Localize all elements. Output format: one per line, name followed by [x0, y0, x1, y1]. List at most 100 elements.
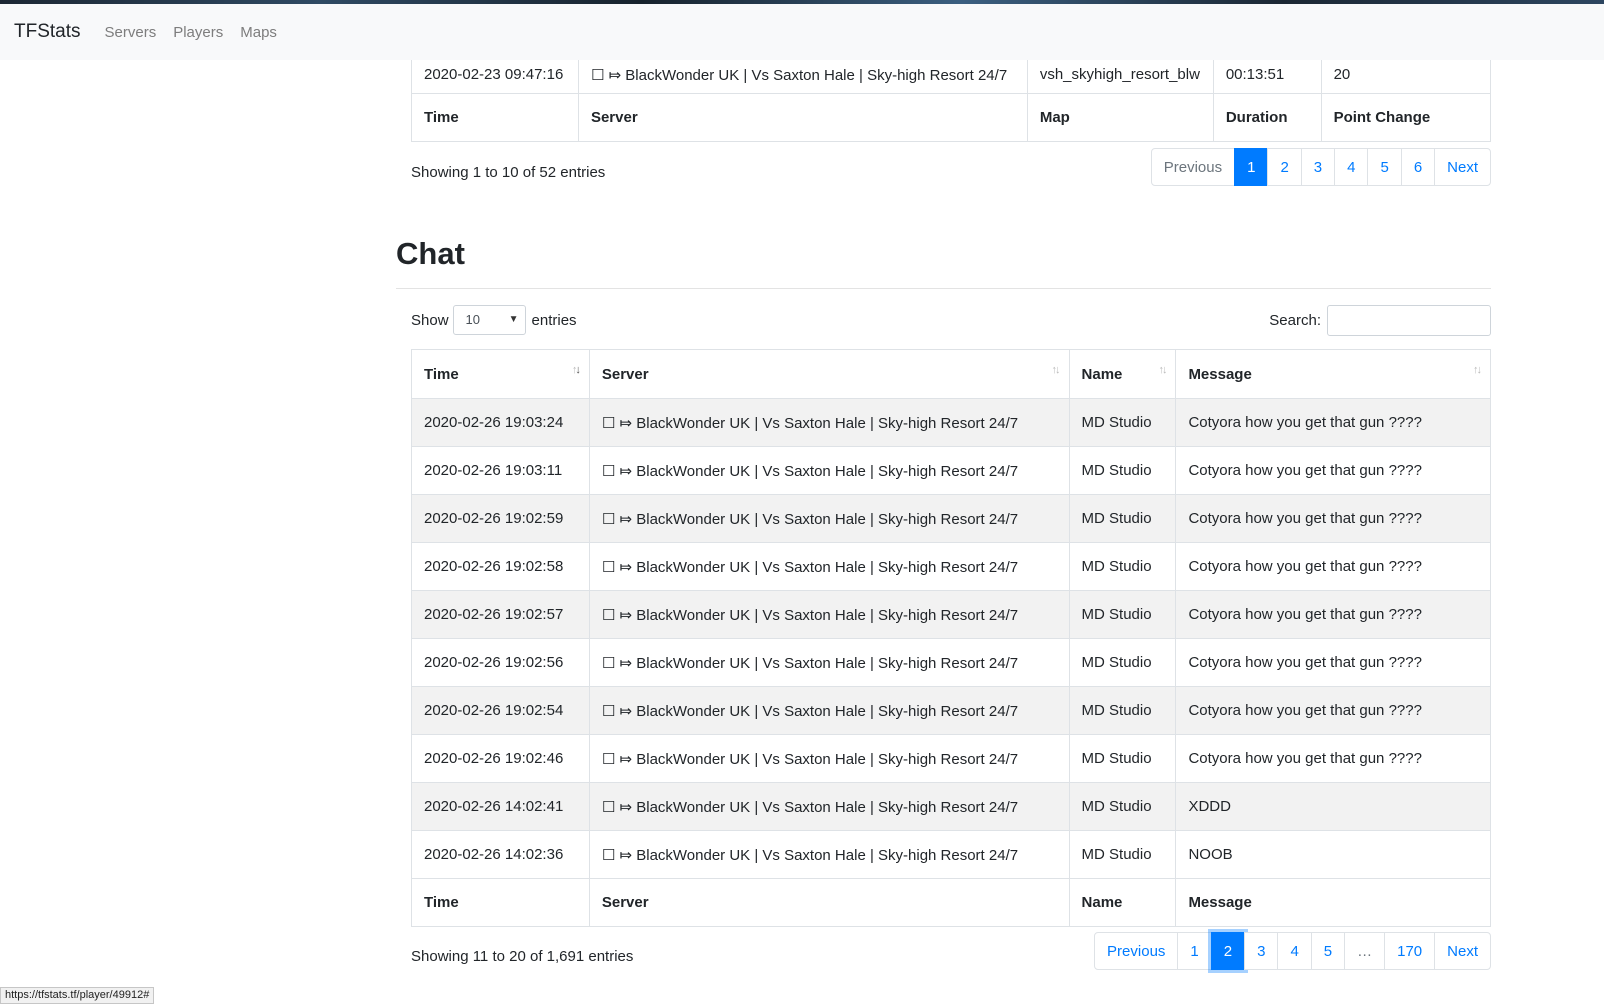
chat-time: 2020-02-26 19:02:59 — [411, 494, 590, 543]
sort-icon: ↑↓ — [1158, 364, 1167, 376]
chat-server[interactable]: ☐ ⤇ BlackWonder UK | Vs Saxton Hale | Sk… — [588, 638, 1070, 687]
table-row: 2020-02-26 19:03:24 ☐ ⤇ BlackWonder UK | … — [411, 398, 1491, 447]
session-duration: 00:13:51 — [1212, 55, 1322, 94]
chat-page-3[interactable]: 3 — [1244, 932, 1279, 970]
chat-heading: Chat — [396, 236, 465, 271]
nav-players[interactable]: Players — [173, 24, 223, 41]
entries-label: entries — [531, 311, 577, 329]
chat-server[interactable]: ☐ ⤇ BlackWonder UK | Vs Saxton Hale | Sk… — [588, 398, 1070, 447]
chat-page-2[interactable]: 2 — [1210, 932, 1246, 970]
chat-time: 2020-02-26 19:02:46 — [411, 734, 590, 783]
chat-page-1[interactable]: 1 — [1177, 932, 1212, 970]
status-bar-url: https://tfstats.tf/player/49912# — [0, 987, 155, 1004]
chat-name[interactable]: MD Studio — [1068, 494, 1177, 543]
footer-time: Time — [411, 93, 579, 142]
chat-page-ellipsis: … — [1344, 932, 1386, 970]
chat-message: Cotyora how you get that gun ???? — [1175, 542, 1491, 591]
show-label: Show — [411, 311, 449, 329]
chat-message: XDDD — [1175, 782, 1491, 831]
chat-message: Cotyora how you get that gun ???? — [1175, 494, 1491, 543]
sort-icon: ↑↓ — [1051, 364, 1061, 376]
chat-time: 2020-02-26 14:02:41 — [411, 782, 590, 831]
chat-server[interactable]: ☐ ⤇ BlackWonder UK | Vs Saxton Hale | Sk… — [588, 830, 1070, 879]
chat-page-170[interactable]: 170 — [1384, 932, 1436, 970]
footer-point-change: Point Change — [1320, 93, 1492, 142]
chat-name[interactable]: MD Studio — [1068, 686, 1177, 735]
chat-name[interactable]: MD Studio — [1068, 734, 1177, 783]
nav-maps[interactable]: Maps — [240, 24, 277, 41]
sort-name-header[interactable]: Name ↑↓ — [1068, 349, 1177, 399]
sessions-page-5[interactable]: 5 — [1367, 148, 1402, 186]
footer-server: Server — [588, 878, 1070, 927]
table-row: 2020-02-26 14:02:36 ☐ ⤇ BlackWonder UK | … — [411, 830, 1491, 879]
chat-time: 2020-02-26 19:02:54 — [411, 686, 590, 735]
sessions-next-button[interactable]: Next — [1434, 148, 1491, 186]
table-row: 2020-02-26 19:02:54 ☐ ⤇ BlackWonder UK | … — [411, 686, 1491, 735]
sessions-prev-button[interactable]: Previous — [1150, 148, 1236, 186]
chat-message: Cotyora how you get that gun ???? — [1175, 734, 1491, 783]
sort-time-header[interactable]: Time ↑↓ — [411, 349, 590, 399]
sort-server-header[interactable]: Server ↑↓ — [588, 349, 1070, 399]
footer-name: Name — [1068, 878, 1177, 927]
search-label: Search: — [1269, 312, 1321, 329]
chat-prev-button[interactable]: Previous — [1094, 932, 1179, 970]
sessions-page-3[interactable]: 3 — [1300, 148, 1336, 186]
chat-server[interactable]: ☐ ⤇ BlackWonder UK | Vs Saxton Hale | Sk… — [588, 590, 1070, 639]
sessions-info: Showing 1 to 10 of 52 entries — [411, 164, 606, 181]
entries-select[interactable]: 10 ▼ — [452, 305, 526, 335]
search-input[interactable] — [1327, 305, 1491, 336]
chat-time: 2020-02-26 19:02:58 — [411, 542, 590, 591]
sessions-page-1[interactable]: 1 — [1234, 148, 1269, 186]
chat-time: 2020-02-26 19:02:57 — [411, 590, 590, 639]
chat-message: Cotyora how you get that gun ???? — [1175, 590, 1491, 639]
chat-name[interactable]: MD Studio — [1068, 398, 1177, 447]
footer-server: Server — [577, 93, 1028, 142]
chat-message: Cotyora how you get that gun ???? — [1175, 686, 1491, 735]
chat-table: Time ↑↓ Server ↑↓ Name ↑↓ Message ↑↓ 2020-02… — [411, 349, 1491, 927]
entries-length-control: Show 10 ▼ entries — [411, 305, 577, 335]
chat-server[interactable]: ☐ ⤇ BlackWonder UK | Vs Saxton Hale | Sk… — [588, 542, 1070, 591]
chat-server[interactable]: ☐ ⤇ BlackWonder UK | Vs Saxton Hale | Sk… — [588, 782, 1070, 831]
chat-name[interactable]: MD Studio — [1068, 782, 1177, 831]
footer-map: Map — [1026, 93, 1214, 142]
session-server[interactable]: ☐ ⤇ BlackWonder UK | Vs Saxton Hale | Sk… — [577, 55, 1028, 94]
table-row: 2020-02-23 09:47:16 ☐ ⤇ BlackWonder UK |… — [411, 55, 1492, 94]
chat-search: Search: — [1269, 305, 1491, 336]
chat-name[interactable]: MD Studio — [1068, 830, 1177, 879]
entries-select-value: 10 — [465, 312, 480, 327]
chat-message: Cotyora how you get that gun ???? — [1175, 638, 1491, 687]
table-row: 2020-02-26 19:02:58 ☐ ⤇ BlackWonder UK | … — [411, 542, 1491, 591]
chat-name[interactable]: MD Studio — [1068, 638, 1177, 687]
table-row: 2020-02-26 14:02:41 ☐ ⤇ BlackWonder UK | … — [411, 782, 1491, 831]
chat-server[interactable]: ☐ ⤇ BlackWonder UK | Vs Saxton Hale | Sk… — [588, 686, 1070, 735]
sort-message-header[interactable]: Message ↑↓ — [1175, 349, 1491, 399]
chat-name[interactable]: MD Studio — [1068, 590, 1177, 639]
footer-duration: Duration — [1212, 93, 1322, 142]
sessions-page-4[interactable]: 4 — [1334, 148, 1369, 186]
chat-page-4[interactable]: 4 — [1277, 932, 1312, 970]
session-map[interactable]: vsh_skyhigh_resort_blw — [1026, 55, 1214, 94]
chat-time: 2020-02-26 19:02:56 — [411, 638, 590, 687]
chat-time: 2020-02-26 14:02:36 — [411, 830, 590, 879]
chat-server[interactable]: ☐ ⤇ BlackWonder UK | Vs Saxton Hale | Sk… — [588, 446, 1070, 495]
brand-link[interactable]: TFStats — [14, 21, 81, 43]
sessions-page-2[interactable]: 2 — [1267, 148, 1302, 186]
nav-servers[interactable]: Servers — [105, 24, 157, 41]
sort-desc-icon: ↑↓ — [571, 364, 581, 376]
chat-page-5[interactable]: 5 — [1310, 932, 1346, 970]
navbar: TFStats Servers Players Maps — [0, 4, 1604, 60]
footer-time: Time — [411, 878, 590, 927]
chat-message: NOOB — [1175, 830, 1491, 879]
table-row: 2020-02-26 19:02:56 ☐ ⤇ BlackWonder UK | … — [411, 638, 1491, 687]
chat-server[interactable]: ☐ ⤇ BlackWonder UK | Vs Saxton Hale | Sk… — [588, 494, 1070, 543]
sessions-table: 2020-02-23 09:47:16 ☐ ⤇ BlackWonder UK |… — [411, 55, 1492, 142]
chat-server[interactable]: ☐ ⤇ BlackWonder UK | Vs Saxton Hale | Sk… — [588, 734, 1070, 783]
chat-name[interactable]: MD Studio — [1068, 542, 1177, 591]
sort-icon: ↑↓ — [1473, 364, 1482, 376]
chat-message: Cotyora how you get that gun ???? — [1175, 446, 1491, 495]
divider — [396, 288, 1491, 289]
chat-footer-row: Time Server Name Message — [411, 878, 1491, 927]
sessions-page-6[interactable]: 6 — [1400, 148, 1436, 186]
chat-name[interactable]: MD Studio — [1068, 446, 1177, 495]
chat-next-button[interactable]: Next — [1434, 932, 1491, 970]
